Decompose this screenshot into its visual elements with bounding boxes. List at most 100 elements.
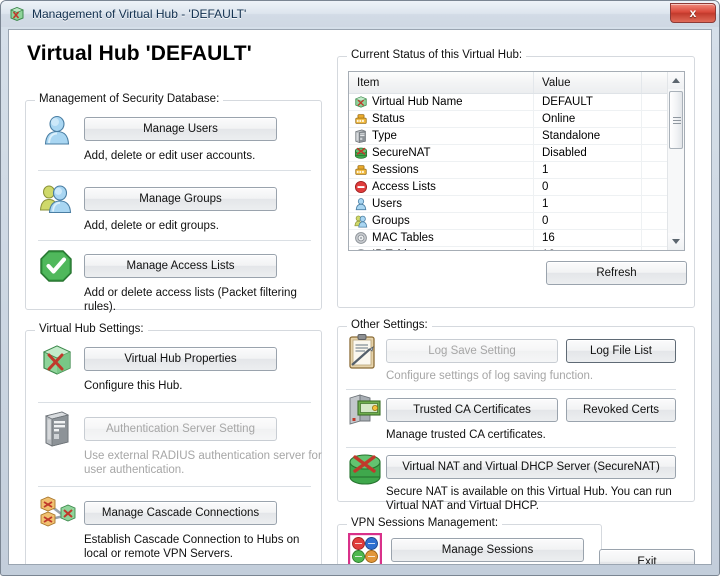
- cascade-icon: [39, 494, 77, 530]
- table-row[interactable]: MAC Tables 16: [349, 230, 684, 247]
- manage-groups-description: Add, delete or edit groups.: [84, 220, 219, 232]
- virtual-hub-properties-button[interactable]: Virtual Hub Properties: [84, 347, 277, 371]
- log-save-setting-button-label: Log Save Setting: [428, 345, 516, 357]
- title-bar: Management of Virtual Hub - 'DEFAULT' x: [1, 1, 719, 27]
- divider: [346, 447, 676, 448]
- table-cell-value: DEFAULT: [534, 94, 642, 110]
- table-cell-value: 1: [534, 162, 642, 178]
- virtual-hub-icon: [40, 343, 74, 377]
- manage-access-lists-button[interactable]: Manage Access Lists: [84, 254, 277, 278]
- scroll-up-icon[interactable]: [668, 72, 684, 89]
- virtual-hub-settings-group: Virtual Hub Settings: Virtual Hub Proper…: [25, 323, 322, 564]
- authentication-server-description: Use external RADIUS authentication serve…: [84, 450, 322, 476]
- other-settings-group: Other Settings: Log Save Setting Log Fil…: [337, 319, 695, 512]
- table-row[interactable]: Status Online: [349, 111, 684, 128]
- divider: [38, 402, 311, 403]
- table-cell-item-label: Type: [372, 130, 397, 142]
- table-row[interactable]: Virtual Hub Name DEFAULT: [349, 94, 684, 111]
- table-cell-item-label: Users: [372, 198, 403, 210]
- table-cell-item: Sessions: [349, 162, 534, 178]
- scroll-down-icon[interactable]: [668, 233, 684, 250]
- users-group-icon: [38, 181, 76, 215]
- page-title: Virtual Hub 'DEFAULT': [27, 42, 252, 65]
- authentication-server-setting-button[interactable]: Authentication Server Setting: [84, 417, 277, 441]
- manage-users-button-label: Manage Users: [143, 123, 218, 135]
- current-status-group: Current Status of this Virtual Hub: Item…: [337, 49, 695, 308]
- table-row[interactable]: Groups 0: [349, 213, 684, 230]
- manage-users-button[interactable]: Manage Users: [84, 117, 277, 141]
- security-database-group: Management of Security Database: Manage …: [25, 93, 322, 313]
- manage-cascade-connections-button[interactable]: Manage Cascade Connections: [84, 501, 277, 525]
- vpn-sessions-group-label: VPN Sessions Management:: [347, 517, 503, 529]
- virtual-hub-settings-group-label: Virtual Hub Settings:: [35, 323, 148, 335]
- user-icon: [354, 197, 368, 211]
- users-group-icon: [354, 214, 368, 228]
- table-cell-item-label: MAC Tables: [372, 232, 434, 244]
- status-table-scrollbar[interactable]: [667, 72, 684, 250]
- table-cell-value: 16: [534, 247, 642, 250]
- close-button[interactable]: x: [670, 3, 716, 23]
- table-cell-item: Type: [349, 128, 534, 144]
- manage-sessions-button[interactable]: Manage Sessions: [391, 538, 584, 562]
- hub-device-icon: [354, 163, 368, 177]
- gear-icon: [354, 248, 368, 250]
- table-cell-item: Status: [349, 111, 534, 127]
- manage-groups-button[interactable]: Manage Groups: [84, 187, 277, 211]
- log-save-description: Configure settings of log saving functio…: [386, 370, 594, 382]
- status-table-body: Virtual Hub Name DEFAULT Status Online Type S…: [349, 94, 684, 250]
- refresh-button-label: Refresh: [596, 267, 637, 279]
- no-entry-icon: [354, 180, 368, 194]
- virtual-hub-icon: [354, 95, 368, 109]
- security-database-group-label: Management of Security Database:: [35, 93, 224, 105]
- divider: [38, 170, 311, 171]
- table-cell-item-label: SecureNAT: [372, 147, 431, 159]
- table-cell-item: Groups: [349, 213, 534, 229]
- manage-access-lists-description: Add or delete access lists (Packet filte…: [84, 287, 297, 313]
- clipboard-icon: [346, 333, 380, 371]
- table-row[interactable]: Type Standalone: [349, 128, 684, 145]
- virtual-hub-properties-description: Configure this Hub.: [84, 380, 183, 392]
- trusted-ca-certificates-button[interactable]: Trusted CA Certificates: [386, 398, 558, 422]
- table-cell-item-label: Access Lists: [372, 181, 436, 193]
- virtual-hub-properties-button-label: Virtual Hub Properties: [124, 353, 237, 365]
- server-tower-icon: [354, 129, 368, 143]
- table-cell-item-label: Virtual Hub Name: [372, 96, 463, 108]
- securenat-icon: [346, 451, 384, 487]
- table-cell-item: IP Tables: [349, 247, 534, 250]
- table-cell-item: Access Lists: [349, 179, 534, 195]
- table-cell-item-label: IP Tables: [372, 249, 419, 250]
- hub-device-icon: [354, 112, 368, 126]
- status-table[interactable]: Item Value Virtual Hub Name DEFAULT Status…: [348, 71, 685, 251]
- gear-icon: [354, 231, 368, 245]
- virtual-nat-dhcp-button[interactable]: Virtual NAT and Virtual DHCP Server (Sec…: [386, 455, 676, 479]
- table-row[interactable]: SecureNAT Disabled: [349, 145, 684, 162]
- log-save-setting-button[interactable]: Log Save Setting: [386, 339, 558, 363]
- window-title: Management of Virtual Hub - 'DEFAULT': [32, 7, 247, 21]
- virtual-hub-icon: [9, 6, 25, 22]
- status-table-header: Item Value: [349, 72, 684, 94]
- close-icon: x: [689, 6, 697, 20]
- column-header-item: Item: [349, 72, 534, 93]
- table-cell-item-label: Sessions: [372, 164, 419, 176]
- vpn-sessions-group: VPN Sessions Management: Manage Sessions: [337, 517, 602, 564]
- exit-button-label: Exit: [637, 556, 657, 565]
- other-settings-group-label: Other Settings:: [347, 319, 432, 331]
- table-cell-item: MAC Tables: [349, 230, 534, 246]
- refresh-button[interactable]: Refresh: [546, 261, 687, 285]
- table-cell-item: Virtual Hub Name: [349, 94, 534, 110]
- table-row[interactable]: Sessions 1: [349, 162, 684, 179]
- table-row[interactable]: Access Lists 0: [349, 179, 684, 196]
- table-row[interactable]: Users 1: [349, 196, 684, 213]
- table-cell-item: SecureNAT: [349, 145, 534, 161]
- revoked-certs-button[interactable]: Revoked Certs: [566, 398, 676, 422]
- table-cell-value: 0: [534, 213, 642, 229]
- scrollbar-grip-icon: [673, 117, 681, 124]
- user-icon: [40, 113, 74, 147]
- table-row[interactable]: IP Tables 16: [349, 247, 684, 250]
- divider: [38, 240, 311, 241]
- scrollbar-thumb[interactable]: [669, 91, 683, 149]
- divider: [38, 486, 311, 487]
- table-cell-value: Standalone: [534, 128, 642, 144]
- log-file-list-button[interactable]: Log File List: [566, 339, 676, 363]
- exit-button[interactable]: Exit: [599, 549, 695, 565]
